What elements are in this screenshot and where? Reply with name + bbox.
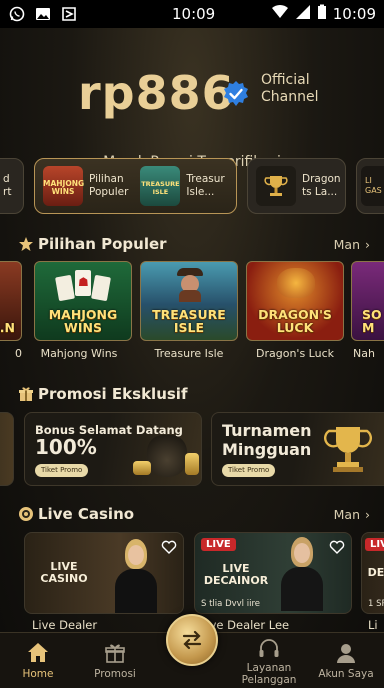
gift-icon (105, 644, 125, 663)
promo-button[interactable]: Tiket Promo (222, 464, 276, 477)
live-table-name: Live Dealer (32, 618, 98, 632)
game-name: Nah (353, 347, 375, 360)
status-bar: 10:09 10:09 (0, 0, 384, 28)
user-icon (337, 644, 355, 663)
promo-banner[interactable] (0, 412, 14, 486)
live-card-caption: S tlia Dvvl iire (201, 599, 260, 609)
nav-akun-saya[interactable]: Akun Saya (308, 633, 384, 688)
section-title: Promosi Eksklusif (38, 385, 188, 403)
coins-icon (133, 461, 151, 475)
chip-item[interactable]: LI GAS (356, 158, 384, 214)
promo-button[interactable]: Tiket Promo (35, 464, 89, 477)
see-more-link[interactable]: Man (334, 507, 360, 522)
nav-home[interactable]: Home (0, 633, 76, 688)
swap-arrows-icon (182, 630, 202, 650)
gift-icon (19, 387, 33, 401)
see-more-link[interactable]: Man (334, 237, 360, 252)
money-bag-icon (147, 435, 187, 477)
nav-promosi[interactable]: Promosi (77, 633, 153, 688)
section-title: Pilihan Populer (38, 235, 167, 253)
trophy-icon (324, 427, 372, 472)
dealer-image (279, 537, 325, 611)
section-promo-header: Promosi Eksklusif (0, 383, 384, 407)
game-card-mahjong-wins[interactable]: ☗ MAHJONG WINS (34, 261, 132, 341)
gallery-icon (34, 6, 52, 22)
live-card-caption: 1 SR (368, 599, 384, 609)
brand-header: rp886 Official Channel Merek Resmi Terve… (0, 66, 384, 170)
promo-percentage: 100% (35, 435, 97, 459)
app-notification-icon (60, 6, 78, 22)
live-card[interactable]: LIVE DE 1 SR (361, 532, 384, 614)
wifi-icon (271, 4, 289, 24)
live-table-label: LIVE CASINO (40, 560, 88, 585)
official-channel-label: Official Channel (261, 72, 319, 105)
chip-thumbnail: TREASURE ISLE (140, 166, 181, 206)
center-action-button[interactable] (166, 614, 218, 666)
live-card-live-dealer[interactable]: LIVE CASINO (24, 532, 184, 614)
app-screen: rp886 Official Channel Merek Resmi Terve… (0, 28, 384, 688)
heart-icon[interactable] (161, 539, 177, 555)
live-card-live-dealer-lee[interactable]: LIVE LIVE DECAINOR S tlia Dvvl iire (194, 532, 352, 614)
live-badge: LIVE (201, 538, 236, 551)
home-icon (28, 643, 48, 662)
star-icon (19, 237, 33, 251)
status-time: 10:09 (172, 5, 216, 23)
section-title: Live Casino (38, 505, 135, 523)
quick-category-row[interactable]: d rt MAHJONG WINS Pilihan Populer TREASURE I… (0, 158, 384, 214)
game-card[interactable]: SO M (351, 261, 384, 341)
live-table-name: Li (368, 618, 378, 632)
coins-icon (185, 453, 199, 475)
trophy-icon (256, 166, 296, 206)
signal-icon (295, 4, 311, 24)
battery-icon (317, 4, 327, 24)
promo-banner-tournament[interactable]: Turnamen Mingguan Tiket Promo (211, 412, 384, 486)
game-name: Mahjong Wins (40, 347, 118, 360)
chip-item[interactable]: d rt (0, 158, 24, 214)
game-name: Dragon's Luck (256, 347, 334, 360)
game-card-treasure-isle[interactable]: TREASURE ISLE (140, 261, 238, 341)
verified-badge-icon (224, 81, 248, 106)
headset-icon (259, 639, 279, 657)
section-live-header: Live Casino Man › (0, 503, 384, 527)
chip-thumbnail: LI GAS (361, 166, 384, 206)
section-popular-header: Pilihan Populer Man › (0, 233, 384, 257)
chevron-right-icon[interactable]: › (365, 237, 370, 252)
game-name: Treasure Isle (154, 347, 224, 360)
status-icons-right: 10:09 (271, 4, 376, 24)
live-table-label: LIVE DECAINOR (203, 562, 269, 587)
pirate-art (175, 268, 205, 302)
dealer-image (113, 539, 159, 613)
game-name: 0 (15, 347, 22, 360)
promo-title: Turnamen Mingguan (222, 421, 312, 459)
brand-name: rp886 (78, 66, 235, 120)
live-table-label: DE (367, 566, 384, 579)
status-icons-left (8, 6, 118, 22)
poker-chip-icon (19, 507, 33, 521)
live-badge: LIVE (365, 538, 384, 551)
whatsapp-icon (8, 6, 26, 22)
status-time-right: 10:09 (332, 5, 376, 23)
mahjong-tiles-art: ☗ (55, 270, 111, 306)
dragon-art (277, 268, 315, 298)
promo-banner-welcome-bonus[interactable]: Bonus Selamat Datang 100% Tiket Promo (24, 412, 202, 486)
chevron-right-icon[interactable]: › (365, 507, 370, 522)
game-card[interactable]: ..N (0, 261, 22, 341)
nav-layanan-pelanggan[interactable]: Layanan Pelanggan (231, 633, 307, 688)
chip-pilihan-populer[interactable]: MAHJONG WINS Pilihan Populer TREASURE ISLE … (34, 158, 237, 214)
game-card-dragons-luck[interactable]: DRAGON'S LUCK (246, 261, 344, 341)
heart-icon[interactable] (329, 539, 345, 555)
chip-dragons[interactable]: Dragon ts La... (247, 158, 346, 214)
chip-thumbnail: MAHJONG WINS (43, 166, 84, 206)
